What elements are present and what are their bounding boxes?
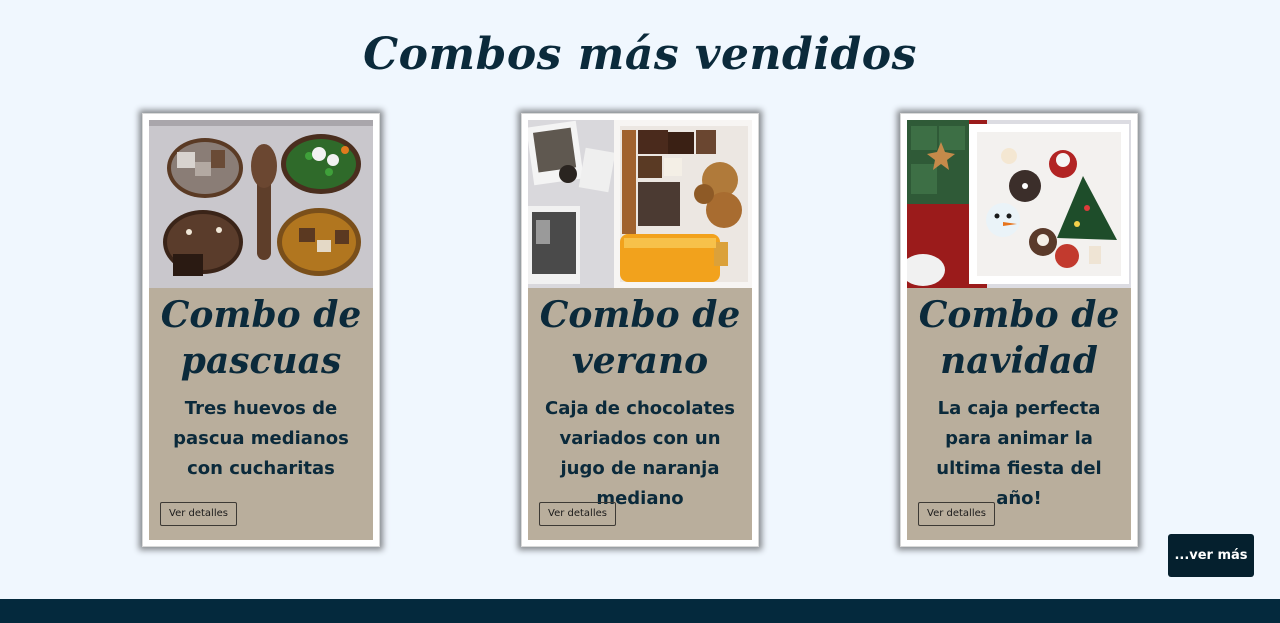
card-title: Combo de navidad bbox=[907, 288, 1131, 384]
easter-eggs-photo bbox=[149, 120, 373, 288]
card-description: Tres huevos de pascua medianos con cucha… bbox=[173, 398, 349, 479]
card-body: Combo de navidad La caja perfecta para a… bbox=[907, 120, 1131, 540]
page: Combos más vendidos Combo de pascuas Tre… bbox=[0, 0, 1280, 623]
view-details-button[interactable]: Ver detalles bbox=[160, 502, 237, 526]
see-more-button[interactable]: ...ver más bbox=[1168, 534, 1254, 577]
combo-card-verano: Combo de verano Caja de chocolates varia… bbox=[521, 113, 759, 547]
card-title-line-1: Combo de bbox=[160, 294, 362, 336]
card-title: Combo de pascuas bbox=[149, 288, 373, 384]
card-title-line-2: navidad bbox=[940, 340, 1098, 382]
combo-card-pascuas: Combo de pascuas Tres huevos de pascua m… bbox=[142, 113, 380, 547]
card-body: Combo de pascuas Tres huevos de pascua m… bbox=[149, 120, 373, 540]
summer-box-photo bbox=[528, 120, 752, 288]
view-details-button[interactable]: Ver detalles bbox=[539, 502, 616, 526]
card-title-line-2: pascuas bbox=[180, 340, 342, 382]
card-body: Combo de verano Caja de chocolates varia… bbox=[528, 120, 752, 540]
view-details-button[interactable]: Ver detalles bbox=[918, 502, 995, 526]
footer-bar bbox=[0, 599, 1280, 623]
christmas-box-photo bbox=[907, 120, 1131, 288]
card-description: La caja perfecta para animar la ultima f… bbox=[936, 398, 1102, 509]
card-title-line-2: verano bbox=[571, 340, 709, 382]
card-title: Combo de verano bbox=[528, 288, 752, 384]
card-title-line-1: Combo de bbox=[918, 294, 1120, 336]
section-title: Combos más vendidos bbox=[363, 29, 917, 80]
card-description: Caja de chocolates variados con un jugo … bbox=[544, 398, 736, 509]
card-title-line-1: Combo de bbox=[539, 294, 741, 336]
combo-card-navidad: Combo de navidad La caja perfecta para a… bbox=[900, 113, 1138, 547]
